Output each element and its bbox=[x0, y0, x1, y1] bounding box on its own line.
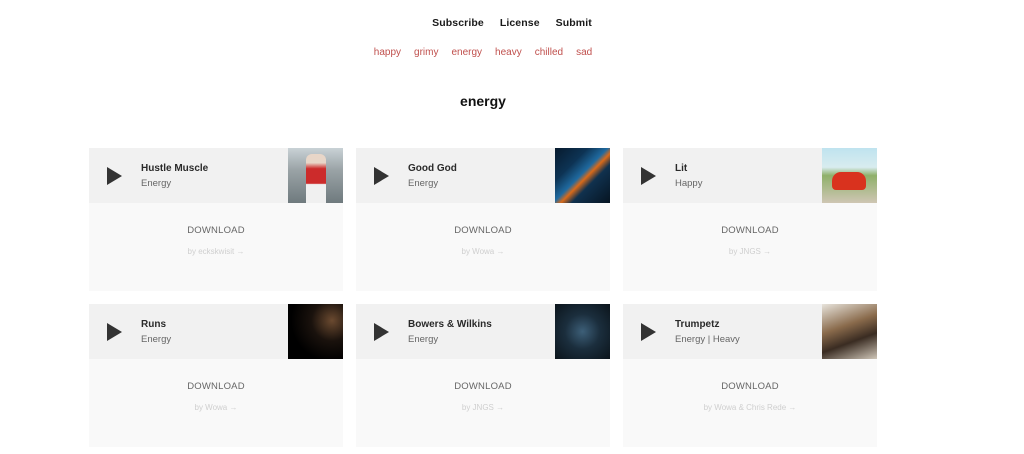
mood-link-happy[interactable]: happy bbox=[374, 47, 401, 58]
download-button[interactable]: DOWNLOAD bbox=[356, 381, 610, 392]
play-icon[interactable] bbox=[374, 167, 389, 185]
track-title[interactable]: Hustle Muscle bbox=[141, 163, 208, 174]
play-icon[interactable] bbox=[374, 323, 389, 341]
track-card: Trumpetz Energy | Heavy DOWNLOAD by Wowa… bbox=[623, 304, 877, 447]
artist-link[interactable]: by JNGS → bbox=[623, 247, 877, 256]
track-card-header: Lit Happy bbox=[623, 148, 877, 203]
download-button[interactable]: DOWNLOAD bbox=[89, 381, 343, 392]
track-tags: Happy bbox=[675, 178, 703, 189]
download-button[interactable]: DOWNLOAD bbox=[89, 225, 343, 236]
download-button[interactable]: DOWNLOAD bbox=[623, 381, 877, 392]
track-title[interactable]: Bowers & Wilkins bbox=[408, 319, 492, 330]
track-card-header: Trumpetz Energy | Heavy bbox=[623, 304, 877, 359]
track-card: Runs Energy DOWNLOAD by Wowa → bbox=[89, 304, 343, 447]
play-icon[interactable] bbox=[641, 323, 656, 341]
track-thumbnail[interactable] bbox=[822, 304, 877, 359]
download-button[interactable]: DOWNLOAD bbox=[623, 225, 877, 236]
track-tags: Energy bbox=[408, 178, 439, 189]
nav-license[interactable]: License bbox=[500, 17, 540, 29]
track-thumbnail[interactable] bbox=[555, 148, 610, 203]
download-button[interactable]: DOWNLOAD bbox=[356, 225, 610, 236]
track-thumbnail[interactable] bbox=[555, 304, 610, 359]
play-icon[interactable] bbox=[107, 323, 122, 341]
track-tags: Energy bbox=[141, 178, 172, 189]
track-tags: Energy bbox=[408, 334, 439, 345]
mood-link-grimy[interactable]: grimy bbox=[414, 47, 438, 58]
track-card: Lit Happy DOWNLOAD by JNGS → bbox=[623, 148, 877, 291]
top-nav: Subscribe License Submit bbox=[0, 17, 1024, 29]
track-card-header: Good God Energy bbox=[356, 148, 610, 203]
track-thumbnail[interactable] bbox=[288, 148, 343, 203]
mood-link-sad[interactable]: sad bbox=[576, 47, 592, 58]
track-card: Good God Energy DOWNLOAD by Wowa → bbox=[356, 148, 610, 291]
track-card-header: Bowers & Wilkins Energy bbox=[356, 304, 610, 359]
track-title[interactable]: Good God bbox=[408, 163, 457, 174]
artist-link[interactable]: by JNGS → bbox=[356, 403, 610, 412]
track-card: Bowers & Wilkins Energy DOWNLOAD by JNGS… bbox=[356, 304, 610, 447]
nav-subscribe[interactable]: Subscribe bbox=[432, 17, 484, 29]
play-icon[interactable] bbox=[107, 167, 122, 185]
track-title[interactable]: Runs bbox=[141, 319, 166, 330]
artist-link[interactable]: by Wowa & Chris Rede → bbox=[623, 403, 877, 412]
mood-link-chilled[interactable]: chilled bbox=[535, 47, 563, 58]
track-card-header: Hustle Muscle Energy bbox=[89, 148, 343, 203]
track-thumbnail[interactable] bbox=[822, 148, 877, 203]
track-tags: Energy | Heavy bbox=[675, 334, 740, 345]
track-card-header: Runs Energy bbox=[89, 304, 343, 359]
track-card: Hustle Muscle Energy DOWNLOAD by eckskwi… bbox=[89, 148, 343, 291]
artist-link[interactable]: by Wowa → bbox=[356, 247, 610, 256]
track-thumbnail[interactable] bbox=[288, 304, 343, 359]
track-grid: Hustle Muscle Energy DOWNLOAD by eckskwi… bbox=[89, 148, 877, 447]
artist-link[interactable]: by Wowa → bbox=[89, 403, 343, 412]
play-icon[interactable] bbox=[641, 167, 656, 185]
page-title: energy bbox=[460, 93, 506, 109]
mood-link-heavy[interactable]: heavy bbox=[495, 47, 522, 58]
mood-link-energy[interactable]: energy bbox=[451, 47, 482, 58]
mood-filter: happy grimy energy heavy chilled sad bbox=[0, 47, 966, 58]
nav-submit[interactable]: Submit bbox=[556, 17, 592, 29]
track-tags: Energy bbox=[141, 334, 172, 345]
track-title[interactable]: Lit bbox=[675, 163, 687, 174]
track-title[interactable]: Trumpetz bbox=[675, 319, 719, 330]
artist-link[interactable]: by eckskwisit → bbox=[89, 247, 343, 256]
